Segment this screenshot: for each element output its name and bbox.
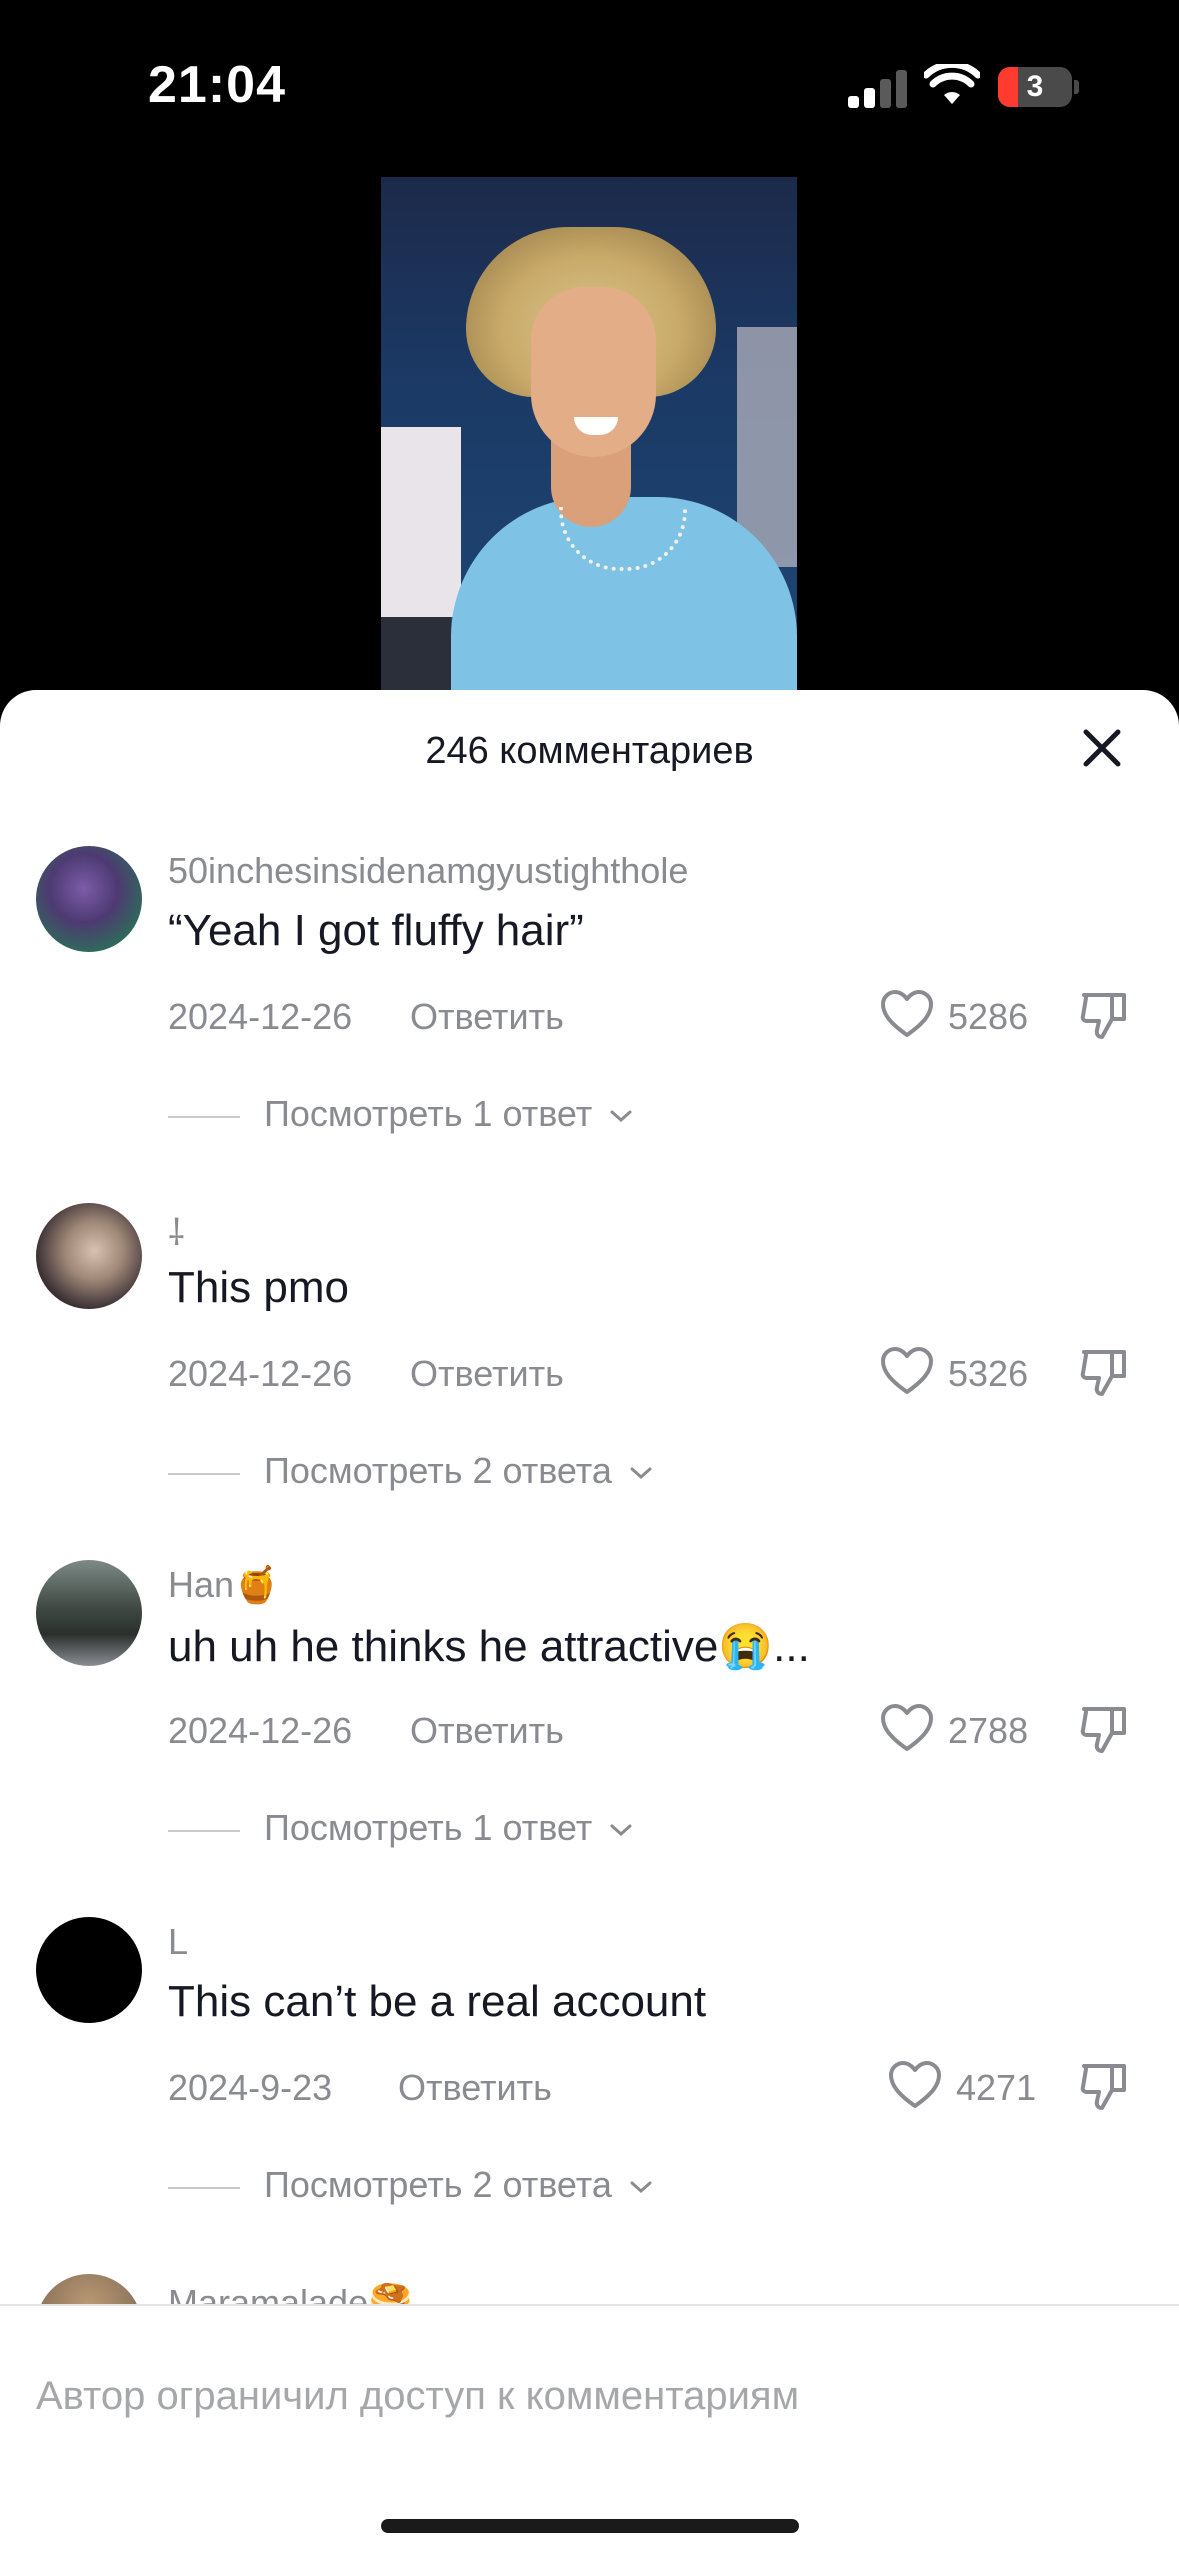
- view-replies-button[interactable]: Посмотреть 1 ответ: [264, 1093, 634, 1135]
- status-time: 21:04: [148, 56, 286, 114]
- comment-username[interactable]: 50inchesinsidenamgyustighthole: [168, 850, 688, 892]
- cellular-signal-icon: [848, 68, 908, 108]
- heart-icon[interactable]: [888, 2060, 942, 2110]
- comment-item: ⸸ This pmo 2024-12-26 Ответить 5326 Посм…: [0, 1203, 1179, 1533]
- comment-username[interactable]: Han🍯: [168, 1564, 279, 1606]
- chevron-down-icon: [610, 1110, 632, 1123]
- view-replies-button[interactable]: Посмотреть 1 ответ: [264, 1807, 634, 1849]
- comment-text: This pmo: [168, 1263, 349, 1312]
- wifi-icon: [924, 64, 980, 104]
- comment-item: 50inchesinsidenamgyustighthole “Yeah I g…: [0, 846, 1179, 1176]
- replies-divider: [168, 1830, 240, 1832]
- avatar[interactable]: [36, 1917, 142, 2023]
- like-count: 5286: [948, 996, 1029, 1037]
- comment-item: L This can’t be a real account 2024-9-23…: [0, 1917, 1179, 2247]
- status-bar: 21:04 3: [0, 0, 1179, 170]
- video-bg-dresser: [381, 427, 461, 617]
- home-indicator[interactable]: [381, 2519, 799, 2533]
- dislike-icon[interactable]: [1078, 1346, 1132, 1400]
- comment-text: uh uh he thinks he attractive😭...: [168, 1622, 810, 1671]
- battery-level: 3: [1026, 70, 1044, 103]
- comment-date: 2024-12-26: [168, 1710, 353, 1751]
- replies-divider: [168, 2187, 240, 2189]
- close-icon[interactable]: [1080, 726, 1124, 770]
- reply-button[interactable]: Ответить: [410, 996, 564, 1038]
- comment-text: “Yeah I got fluffy hair”: [168, 906, 584, 955]
- reply-button[interactable]: Ответить: [410, 1353, 564, 1395]
- view-replies-label: Посмотреть 1 ответ: [264, 1093, 593, 1134]
- heart-icon[interactable]: [880, 1346, 934, 1396]
- comment-date: 2024-12-26: [168, 1353, 353, 1394]
- view-replies-label: Посмотреть 2 ответа: [264, 2164, 612, 2205]
- replies-divider: [168, 1473, 240, 1475]
- avatar[interactable]: [36, 1560, 142, 1666]
- like-count: 5326: [948, 1353, 1029, 1394]
- comments-restricted-text: Автор ограничил доступ к комментариям: [36, 2374, 800, 2418]
- view-replies-button[interactable]: Посмотреть 2 ответа: [264, 1450, 654, 1492]
- reply-button[interactable]: Ответить: [410, 1710, 564, 1752]
- comment-date: 2024-9-23: [168, 2067, 333, 2108]
- video-bg-chair: [381, 617, 451, 697]
- replies-divider: [168, 1116, 240, 1118]
- view-replies-label: Посмотреть 1 ответ: [264, 1807, 593, 1848]
- chevron-down-icon: [630, 2181, 652, 2194]
- dislike-icon[interactable]: [1078, 2060, 1132, 2114]
- comment-username[interactable]: L: [168, 1921, 188, 1963]
- avatar[interactable]: [36, 846, 142, 952]
- avatar[interactable]: [36, 1203, 142, 1309]
- battery-icon: 3: [998, 67, 1072, 107]
- comments-sheet: 246 комментариев 50inchesinsidenamgyusti…: [0, 690, 1179, 2556]
- comment-date: 2024-12-26: [168, 996, 353, 1037]
- like-count: 4271: [956, 2067, 1037, 2108]
- like-count: 2788: [948, 1710, 1029, 1751]
- reply-button[interactable]: Ответить: [398, 2067, 552, 2109]
- chevron-down-icon: [630, 1467, 652, 1480]
- comment-item: Han🍯 uh uh he thinks he attractive😭... 2…: [0, 1560, 1179, 1890]
- video-preview[interactable]: [381, 177, 797, 697]
- dislike-icon[interactable]: [1078, 989, 1132, 1043]
- comment-text: This can’t be a real account: [168, 1977, 707, 2026]
- heart-icon[interactable]: [880, 989, 934, 1039]
- view-replies-button[interactable]: Посмотреть 2 ответа: [264, 2164, 654, 2206]
- comments-count-title: 246 комментариев: [425, 730, 754, 772]
- comment-username[interactable]: ⸸: [168, 1207, 185, 1256]
- view-replies-label: Посмотреть 2 ответа: [264, 1450, 612, 1491]
- heart-icon[interactable]: [880, 1703, 934, 1753]
- chevron-down-icon: [610, 1824, 632, 1837]
- dislike-icon[interactable]: [1078, 1703, 1132, 1757]
- battery-tip: [1074, 80, 1079, 94]
